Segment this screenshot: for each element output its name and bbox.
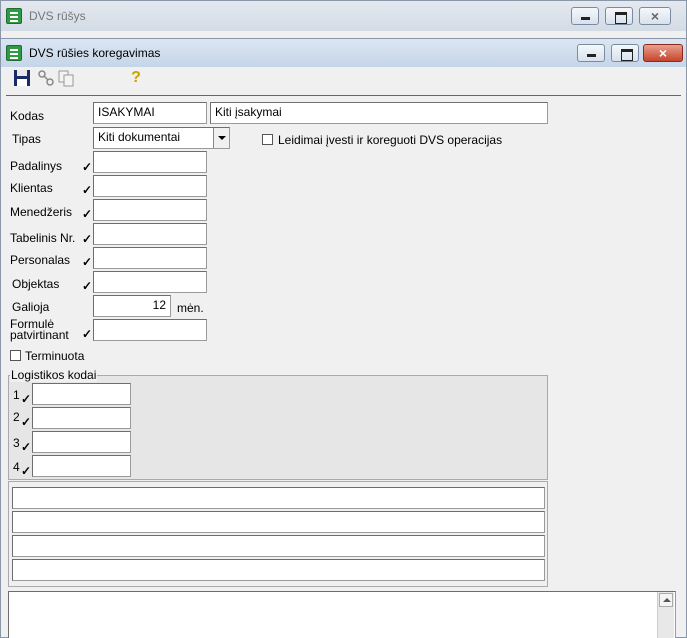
logistics-row-4-num: 4 xyxy=(13,460,20,474)
tabelinis-label: Tabelinis Nr. xyxy=(10,231,76,245)
maximize-button[interactable] xyxy=(611,44,639,62)
background-maximize-button[interactable] xyxy=(605,7,633,25)
personalas-check-icon[interactable]: ✓ xyxy=(82,255,92,269)
menedzeris-check-icon[interactable]: ✓ xyxy=(82,207,92,221)
app-icon xyxy=(6,45,22,61)
background-window-title: DVS rūšys xyxy=(29,9,86,23)
objektas-label: Objektas xyxy=(12,277,60,291)
notes-scrollbar[interactable] xyxy=(657,592,674,638)
formule-input[interactable] xyxy=(93,319,207,341)
galioja-input[interactable]: 12 xyxy=(93,295,171,317)
logistics-row-2-input[interactable] xyxy=(32,407,131,429)
objektas-check-icon[interactable]: ✓ xyxy=(82,279,92,293)
personalas-label: Personalas xyxy=(10,253,71,267)
text-line-2-input[interactable] xyxy=(12,511,545,533)
logistics-row-2-check-icon[interactable]: ✓ xyxy=(21,415,31,429)
scroll-up-icon[interactable] xyxy=(659,593,673,607)
klientas-check-icon[interactable]: ✓ xyxy=(82,183,92,197)
logistics-legend: Logistikos kodai xyxy=(10,368,98,382)
logistics-row-3-check-icon[interactable]: ✓ xyxy=(21,440,31,454)
klientas-input[interactable] xyxy=(93,175,207,197)
chevron-down-icon[interactable] xyxy=(213,128,229,148)
tipas-value: Kiti dokumentai xyxy=(98,130,181,144)
galioja-label: Galioja xyxy=(12,300,50,314)
notes-textarea[interactable] xyxy=(8,591,676,638)
tipas-label: Tipas xyxy=(12,132,41,146)
klientas-label: Klientas xyxy=(10,181,53,195)
tabelinis-input[interactable] xyxy=(93,223,207,245)
padalinys-input[interactable] xyxy=(93,151,207,173)
minimize-button[interactable] xyxy=(577,44,605,62)
formule-label-line2: patvirtinant xyxy=(10,328,69,342)
menedzeris-input[interactable] xyxy=(93,199,207,221)
logistics-row-4-check-icon[interactable]: ✓ xyxy=(21,464,31,478)
padalinys-check-icon[interactable]: ✓ xyxy=(82,160,92,174)
logistics-row-3-num: 3 xyxy=(13,436,20,450)
formule-check-icon[interactable]: ✓ xyxy=(82,327,92,341)
text-line-3-input[interactable] xyxy=(12,535,545,557)
padalinys-label: Padalinys xyxy=(10,159,63,173)
menedzeris-label: Menedžeris xyxy=(10,205,73,219)
tabelinis-check-icon[interactable]: ✓ xyxy=(82,232,92,246)
objektas-input[interactable] xyxy=(93,271,207,293)
close-button[interactable]: × xyxy=(643,44,683,62)
background-window: DVS rūšys × xyxy=(0,0,687,40)
kodas-name-input[interactable]: Kiti įsakymai xyxy=(210,102,548,124)
text-line-4-input[interactable] xyxy=(12,559,545,581)
galioja-unit: mėn. xyxy=(177,301,204,315)
logistics-row-2-num: 2 xyxy=(13,410,20,424)
main-titlebar: DVS rūšies koregavimas × xyxy=(1,39,686,67)
help-icon[interactable]: ? xyxy=(126,68,146,88)
tipas-select[interactable]: Kiti dokumentai xyxy=(93,127,230,149)
background-close-button[interactable]: × xyxy=(639,7,671,25)
permit-label: Leidimai įvesti ir koreguoti DVS operaci… xyxy=(278,133,503,147)
text-line-1-input[interactable] xyxy=(12,487,545,509)
logistics-row-1-check-icon[interactable]: ✓ xyxy=(21,392,31,406)
copy-icon[interactable] xyxy=(56,68,76,88)
tools-icon[interactable] xyxy=(36,68,56,88)
logistics-row-4-input[interactable] xyxy=(32,455,131,477)
close-icon: × xyxy=(650,8,660,24)
logistics-row-1-num: 1 xyxy=(13,388,20,402)
save-icon[interactable] xyxy=(12,68,32,88)
personalas-input[interactable] xyxy=(93,247,207,269)
kodas-label: Kodas xyxy=(10,109,45,123)
logistics-row-1-input[interactable] xyxy=(32,383,131,405)
terminuota-checkbox[interactable] xyxy=(10,350,21,361)
background-minimize-button[interactable] xyxy=(571,7,599,25)
permit-checkbox[interactable] xyxy=(262,134,273,145)
window-title: DVS rūšies koregavimas xyxy=(29,46,161,60)
toolbar-divider xyxy=(6,95,681,96)
terminuota-label: Terminuota xyxy=(25,349,85,363)
close-icon: × xyxy=(658,45,668,61)
background-titlebar: DVS rūšys × xyxy=(1,1,686,31)
kodas-code-input[interactable]: ISAKYMAI xyxy=(93,102,207,124)
app-icon xyxy=(6,8,22,24)
logistics-row-3-input[interactable] xyxy=(32,431,131,453)
